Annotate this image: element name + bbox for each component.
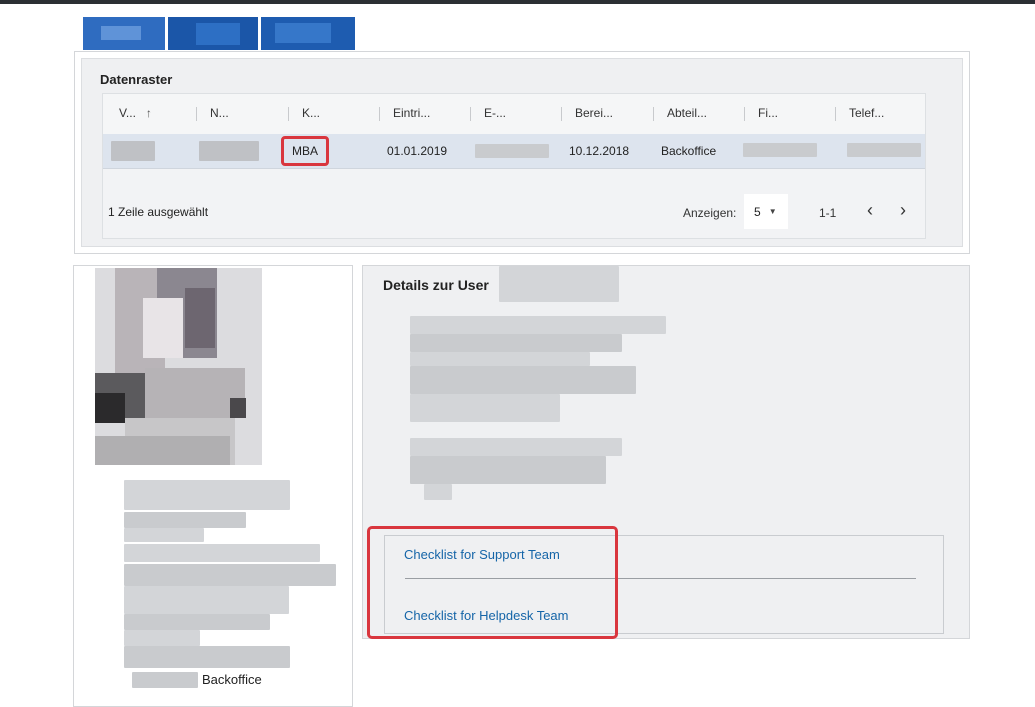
column-header-bereich[interactable]: Berei... bbox=[575, 106, 613, 120]
column-header-email[interactable]: E-... bbox=[484, 106, 506, 120]
checklist-link-helpdesk[interactable]: Checklist for Helpdesk Team bbox=[404, 608, 569, 623]
redacted-cell bbox=[111, 141, 155, 161]
data-grid-panel: Datenraster V... ↑ N... K... Eintri... E-… bbox=[81, 58, 963, 247]
details-title: Details zur User bbox=[383, 277, 489, 293]
redacted-text bbox=[124, 646, 290, 668]
redacted-cell bbox=[847, 143, 921, 157]
redacted-text bbox=[410, 366, 636, 394]
column-header-telefon[interactable]: Telef... bbox=[849, 106, 884, 120]
redacted-cell bbox=[743, 143, 817, 157]
redacted-username bbox=[499, 266, 619, 302]
redacted-text bbox=[410, 316, 666, 334]
rows-per-page-select[interactable]: 5 ▼ bbox=[744, 194, 788, 229]
rows-per-page-label: Anzeigen: bbox=[683, 206, 737, 220]
chevron-down-icon: ▼ bbox=[768, 207, 777, 216]
redacted-text bbox=[124, 528, 204, 542]
redacted-text bbox=[124, 512, 246, 528]
data-grid-table: V... ↑ N... K... Eintri... E-... Berei...… bbox=[102, 93, 926, 239]
redacted-text bbox=[124, 480, 290, 510]
eintritt-cell: 01.01.2019 bbox=[387, 144, 448, 158]
profile-panel: Backoffice bbox=[73, 265, 353, 707]
company-logo bbox=[83, 17, 355, 50]
top-bar bbox=[0, 0, 1035, 4]
redacted-text bbox=[410, 456, 606, 484]
checklist-link-support[interactable]: Checklist for Support Team bbox=[404, 547, 560, 562]
department-label: Backoffice bbox=[202, 672, 262, 687]
arrow-up-icon[interactable]: ↑ bbox=[146, 106, 152, 120]
column-header-firma[interactable]: Fi... bbox=[758, 106, 778, 120]
redacted-cell bbox=[475, 144, 549, 158]
profile-photo bbox=[95, 268, 262, 465]
column-header-kuerzel[interactable]: K... bbox=[302, 106, 320, 120]
redacted-text bbox=[124, 614, 270, 630]
bereich-cell: 10.12.2018 bbox=[569, 144, 630, 158]
abteilung-cell: Backoffice bbox=[661, 144, 717, 158]
kuerzel-cell-highlighted: MBA bbox=[281, 136, 329, 166]
redacted-text bbox=[410, 394, 560, 422]
redacted-text bbox=[124, 586, 289, 614]
column-header-name[interactable]: N... bbox=[210, 106, 229, 120]
data-grid-section: Datenraster V... ↑ N... K... Eintri... E-… bbox=[74, 51, 970, 254]
pagination-range: 1-1 bbox=[819, 206, 837, 220]
redacted-text bbox=[132, 672, 198, 688]
details-panel: Details zur User Checklist for Support T… bbox=[362, 265, 970, 639]
column-header-vorname[interactable]: V... ↑ bbox=[119, 106, 152, 120]
column-header-eintritt[interactable]: Eintri... bbox=[393, 106, 430, 120]
redacted-text bbox=[410, 352, 590, 366]
selection-status: 1 Zeile ausgewählt bbox=[108, 205, 209, 219]
redacted-text bbox=[124, 630, 200, 646]
redacted-text bbox=[424, 484, 452, 500]
column-header-abteilung[interactable]: Abteil... bbox=[667, 106, 707, 120]
chevron-left-icon[interactable]: ‹ bbox=[867, 201, 873, 219]
divider bbox=[405, 578, 916, 579]
data-grid-title: Datenraster bbox=[100, 72, 173, 87]
redacted-text bbox=[124, 564, 336, 586]
redacted-cell bbox=[199, 141, 259, 161]
table-row[interactable]: MBA 01.01.2019 10.12.2018 Backoffice bbox=[103, 134, 925, 169]
checklist-box: Checklist for Support Team Checklist for… bbox=[384, 535, 944, 634]
grid-header-row: V... ↑ N... K... Eintri... E-... Berei...… bbox=[103, 94, 925, 135]
redacted-text bbox=[410, 334, 622, 352]
redacted-text bbox=[410, 438, 622, 456]
chevron-right-icon[interactable]: › bbox=[900, 201, 906, 219]
redacted-text bbox=[124, 544, 320, 562]
